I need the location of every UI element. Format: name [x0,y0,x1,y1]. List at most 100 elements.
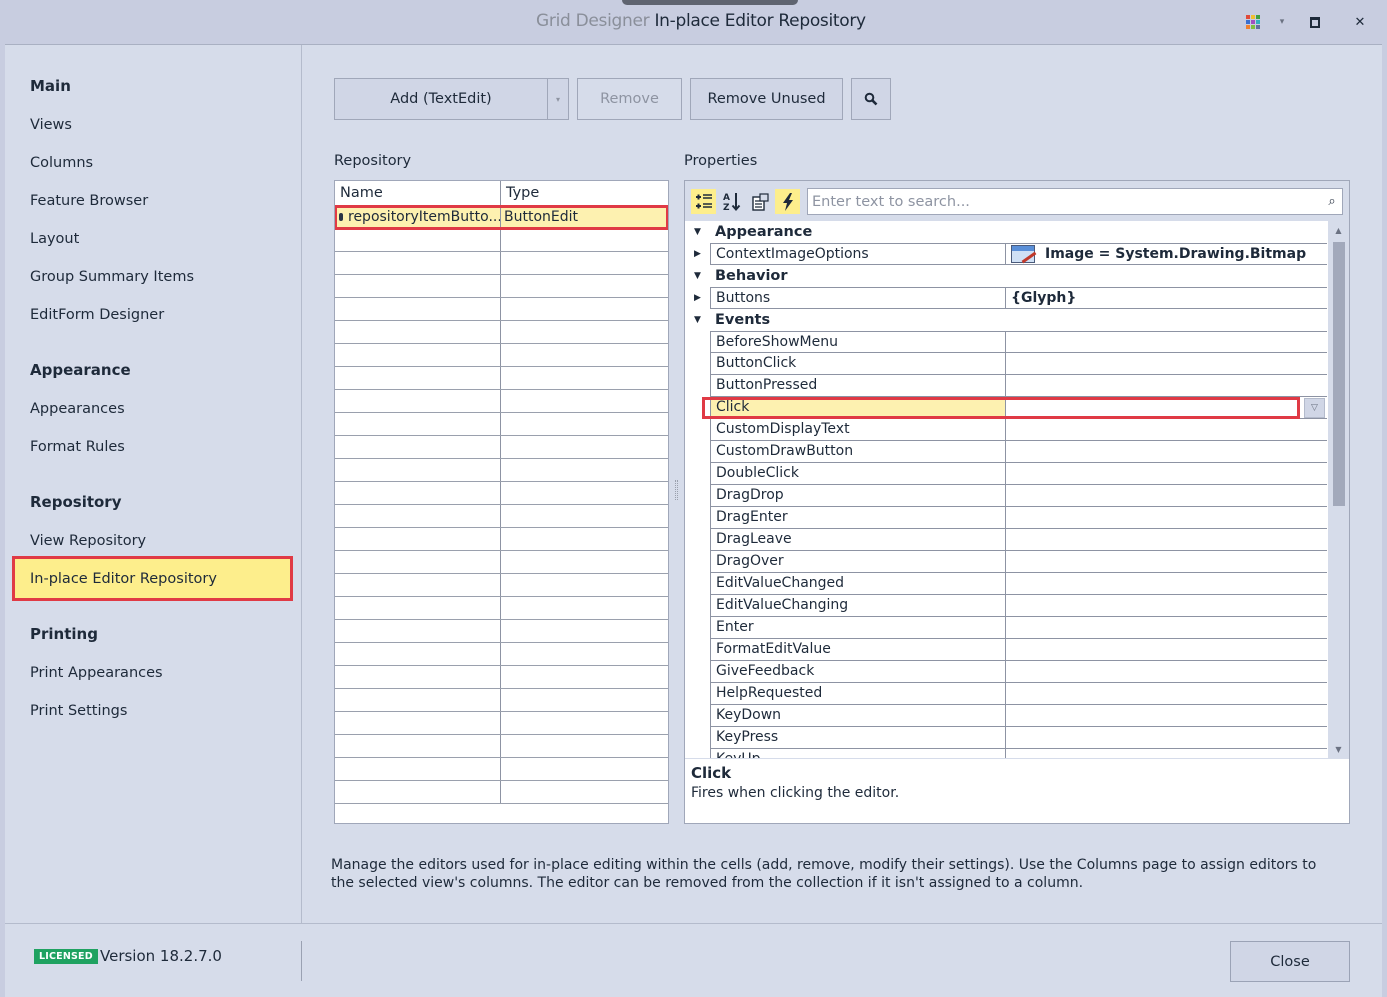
categorized-button[interactable] [691,189,716,214]
property-value[interactable] [1006,749,1327,758]
property-value[interactable] [1006,463,1327,485]
property-value[interactable] [1006,331,1327,353]
repository-empty-row[interactable] [335,413,668,436]
sidebar-item-feature-browser[interactable]: Feature Browser [30,193,148,209]
property-category-appearance[interactable]: ▼ Appearance [685,221,1327,243]
sidebar-item-editform-designer[interactable]: EditForm Designer [30,307,164,323]
remove-unused-button[interactable]: Remove Unused [690,78,843,120]
column-header-type[interactable]: Type [501,181,668,205]
scrollbar-thumb[interactable] [1333,242,1345,506]
repository-empty-row[interactable] [335,390,668,413]
sidebar-item-columns[interactable]: Columns [30,155,93,171]
property-category-behavior[interactable]: ▼ Behavior [685,265,1327,287]
property-value[interactable]: {Glyph} [1006,287,1327,309]
property-row[interactable]: Enter [685,617,1327,639]
sidebar-item-view-repository[interactable]: View Repository [30,533,146,549]
property-value[interactable] [1006,397,1327,419]
property-pages-button[interactable] [747,189,772,214]
repository-empty-row[interactable] [335,482,668,505]
property-value[interactable]: Image = System.Drawing.Bitmap [1006,243,1327,265]
close-button[interactable]: Close [1230,941,1350,982]
repository-empty-row[interactable] [335,712,668,735]
alphabetical-button[interactable]: A Z [719,189,744,214]
property-value[interactable] [1006,639,1327,661]
sidebar-item-inplace-editor-repository[interactable]: In-place Editor Repository [12,556,293,601]
scroll-up-icon[interactable]: ▲ [1328,221,1349,239]
close-window-button[interactable]: ✕ [1350,12,1370,32]
sidebar-item-views[interactable]: Views [30,117,72,133]
scroll-down-icon[interactable]: ▼ [1328,740,1349,758]
property-row[interactable]: KeyUp [685,749,1327,758]
repository-empty-row[interactable] [335,321,668,344]
sidebar-item-group-summary-items[interactable]: Group Summary Items [30,269,194,285]
expand-icon[interactable]: ▶ [685,243,710,265]
property-row[interactable]: KeyPress [685,727,1327,749]
property-row[interactable]: ▶ ContextImageOptions Image = System.Drawi… [685,243,1327,265]
sidebar-item-layout[interactable]: Layout [30,231,79,247]
skin-dropdown-button[interactable]: ▾ [1272,12,1292,32]
property-row[interactable]: CustomDrawButton [685,441,1327,463]
repository-empty-row[interactable] [335,781,668,804]
collapse-icon[interactable]: ▼ [685,221,710,243]
property-value[interactable] [1006,441,1327,463]
property-row[interactable]: ▶ Buttons {Glyph} [685,287,1327,309]
maximize-button[interactable] [1305,12,1325,32]
property-row[interactable]: DragLeave [685,529,1327,551]
property-value[interactable] [1006,573,1327,595]
property-row[interactable]: EditValueChanged [685,573,1327,595]
repository-empty-row[interactable] [335,436,668,459]
repository-empty-row[interactable] [335,367,668,390]
repository-empty-row[interactable] [335,735,668,758]
sidebar-item-appearances[interactable]: Appearances [30,401,125,417]
search-button[interactable] [851,78,891,120]
collapse-icon[interactable]: ▼ [685,265,710,287]
property-value[interactable] [1006,551,1327,573]
property-value[interactable] [1006,595,1327,617]
expand-icon[interactable]: ▶ [685,287,710,309]
repository-row[interactable]: repositoryItemButto... ButtonEdit [335,205,668,230]
event-handler-dropdown-button[interactable]: ▽ [1304,398,1325,418]
add-editor-dropdown-arrow[interactable]: ▾ [547,79,568,119]
property-row[interactable]: DoubleClick [685,463,1327,485]
property-row[interactable]: Click ▽ [685,397,1327,419]
repository-empty-row[interactable] [335,574,668,597]
repository-empty-row[interactable] [335,528,668,551]
property-row[interactable]: ButtonClick [685,353,1327,375]
repository-empty-row[interactable] [335,275,668,298]
events-button[interactable] [775,189,800,214]
collapse-icon[interactable]: ▼ [685,309,710,331]
repository-empty-row[interactable] [335,344,668,367]
property-row[interactable]: EditValueChanging [685,595,1327,617]
column-header-name[interactable]: Name [335,181,501,205]
repository-empty-row[interactable] [335,505,668,528]
property-row[interactable]: ButtonPressed [685,375,1327,397]
property-row[interactable]: FormatEditValue [685,639,1327,661]
property-row[interactable]: DragOver [685,551,1327,573]
property-search-input[interactable] [808,189,1322,214]
property-row[interactable]: CustomDisplayText [685,419,1327,441]
property-row[interactable]: KeyDown [685,705,1327,727]
property-row[interactable]: DragEnter [685,507,1327,529]
skin-palette-button[interactable] [1243,12,1263,32]
property-value[interactable] [1006,485,1327,507]
property-row[interactable]: GiveFeedback [685,661,1327,683]
property-value[interactable] [1006,353,1327,375]
property-grid-scrollbar[interactable]: ▲ ▼ [1328,221,1349,758]
property-value[interactable] [1006,419,1327,441]
property-value[interactable] [1006,661,1327,683]
repository-empty-row[interactable] [335,597,668,620]
repository-empty-row[interactable] [335,298,668,321]
property-value[interactable] [1006,507,1327,529]
repository-empty-row[interactable] [335,252,668,275]
property-row[interactable]: HelpRequested [685,683,1327,705]
repository-empty-row[interactable] [335,620,668,643]
repository-empty-row[interactable] [335,643,668,666]
property-row[interactable]: DragDrop [685,485,1327,507]
repository-empty-row[interactable] [335,666,668,689]
add-editor-button[interactable]: Add (TextEdit) ▾ [334,78,569,120]
repository-empty-row[interactable] [335,229,668,252]
remove-button[interactable]: Remove [577,78,682,120]
property-value[interactable] [1006,617,1327,639]
property-value[interactable] [1006,529,1327,551]
property-row[interactable]: BeforeShowMenu [685,331,1327,353]
